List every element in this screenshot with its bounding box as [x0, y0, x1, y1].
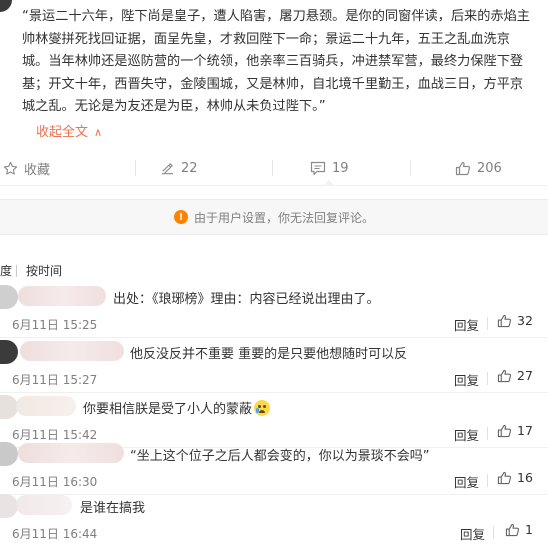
action-bar: 收藏 22 19 206	[0, 150, 548, 186]
comment-text: 是谁在搞我	[80, 501, 146, 516]
comment-like-button[interactable]: 16	[497, 470, 533, 485]
repost-count[interactable]: 22	[181, 161, 198, 176]
comment-text: 出处：《琅琊榜》理由：内容已经说出理由了。	[113, 292, 380, 307]
comment-text: 他反没反并不重要 重要的是只要他想随时可以反	[130, 347, 408, 362]
thumbs-up-icon	[497, 471, 512, 484]
comment-text: “坐上这个位子之后人都会变的，你以为景琰不会吗”	[130, 449, 430, 464]
collapse-label[interactable]: 收起全文	[36, 125, 88, 140]
username-redacted	[18, 443, 124, 463]
notice-text: 由于用户设置，你无法回复评论。	[193, 210, 374, 225]
comment-text-content: 你要相信朕是受了小人的蒙蔽	[83, 402, 253, 417]
divider	[493, 526, 494, 539]
comment-like-count[interactable]: 17	[517, 423, 533, 438]
comment-icon	[310, 161, 326, 175]
divider	[16, 265, 17, 277]
thumbs-up-icon	[455, 161, 471, 175]
post-body: “景运二十六年，陛下尚是皇子，遭人陷害，屠刀悬颈。是你的同窗伴读，后来的赤焰主帅…	[22, 6, 532, 119]
comment-like-count[interactable]: 32	[517, 313, 533, 328]
reply-button[interactable]: 回复	[460, 524, 485, 543]
comment-like-button[interactable]: 17	[497, 423, 533, 438]
divider	[410, 160, 411, 176]
like-count[interactable]: 206	[477, 161, 502, 176]
username-redacted	[16, 495, 72, 515]
favorite-button[interactable]: 收藏	[3, 150, 50, 186]
divider	[487, 372, 488, 385]
comment-like-count[interactable]: 16	[517, 470, 533, 485]
comment-time: 6月11日 15:25	[12, 318, 98, 332]
comment-count[interactable]: 19	[332, 161, 349, 176]
thumbs-up-icon	[497, 369, 512, 382]
comment-like-button[interactable]: 27	[497, 368, 533, 383]
star-icon	[3, 161, 18, 175]
reply-button[interactable]: 回复	[454, 315, 479, 334]
crying-emoji-icon	[254, 400, 271, 416]
avatar[interactable]	[0, 442, 18, 466]
repost-icon	[161, 162, 174, 174]
thumbs-up-icon	[505, 523, 520, 536]
comment-like-button[interactable]: 1	[505, 522, 533, 537]
comment-item: 出处：《琅琊榜》理由：内容已经说出理由了。 6月11日 15:25 回复 32	[0, 283, 548, 338]
comment-item: 是谁在搞我 6月11日 16:44 回复 1	[0, 492, 548, 547]
post-text: “景运二十六年，陛下尚是皇子，遭人陷害，屠刀悬颈。是你的同窗伴读，后来的赤焰主帅…	[22, 9, 530, 114]
comment-like-count[interactable]: 27	[517, 368, 533, 383]
poster-avatar[interactable]	[0, 0, 12, 12]
comment-time: 6月11日 15:27	[12, 373, 98, 387]
comment-time: 6月11日 16:44	[12, 527, 98, 541]
divider	[272, 160, 273, 176]
repost-button[interactable]: 22	[160, 150, 198, 186]
username-redacted	[18, 286, 106, 306]
thumbs-up-icon	[497, 424, 512, 437]
username-redacted	[20, 341, 124, 361]
sort-by-hot-tab[interactable]: 度	[0, 262, 12, 279]
chevron-up-icon[interactable]: ∧	[94, 126, 102, 139]
reply-button[interactable]: 回复	[454, 370, 479, 389]
favorite-label[interactable]: 收藏	[24, 159, 50, 178]
comment-item: “坐上这个位子之后人都会变的，你以为景琰不会吗” 6月11日 16:30 回复 …	[0, 440, 548, 495]
sort-by-time-tab[interactable]: 按时间	[26, 262, 62, 279]
divider	[487, 474, 488, 487]
divider	[487, 317, 488, 330]
divider	[135, 160, 136, 176]
reply-disabled-notice: ! 由于用户设置，你无法回复评论。	[0, 199, 548, 235]
thumbs-up-icon	[497, 314, 512, 327]
collapse-full-text-link[interactable]: 收起全文 ∧	[36, 121, 102, 140]
divider	[487, 427, 488, 440]
comment-like-count[interactable]: 1	[525, 522, 533, 537]
avatar[interactable]	[0, 340, 18, 364]
reply-notice-area: ! 由于用户设置，你无法回复评论。	[0, 186, 548, 250]
reply-button[interactable]: 回复	[454, 472, 479, 491]
avatar[interactable]	[0, 285, 18, 309]
comment-like-button[interactable]: 32	[497, 313, 533, 328]
comment-text: 你要相信朕是受了小人的蒙蔽	[83, 398, 271, 417]
warning-icon: !	[173, 210, 188, 224]
comment-item: 他反没反并不重要 重要的是只要他想随时可以反 6月11日 15:27 回复 27	[0, 338, 548, 393]
like-button[interactable]: 206	[455, 150, 502, 186]
username-redacted	[16, 396, 76, 416]
comment-time: 6月11日 16:30	[12, 475, 98, 489]
